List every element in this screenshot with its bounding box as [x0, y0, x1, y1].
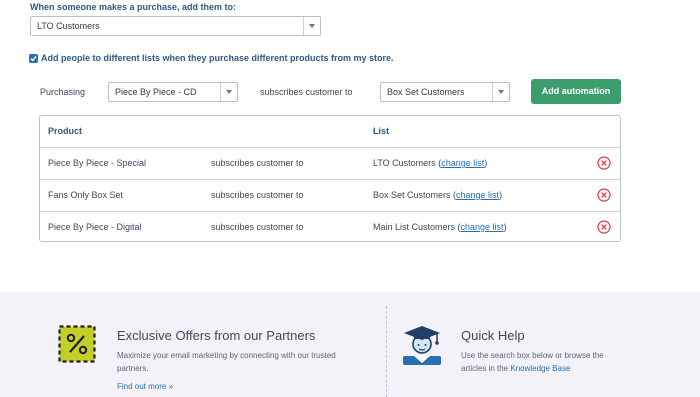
percent-tag-icon: [58, 325, 96, 363]
purchase-list-select[interactable]: LTO Customers: [30, 16, 321, 36]
quick-help-desc-prefix: articles in the: [461, 364, 511, 373]
subscribes-label: subscribes customer to: [260, 87, 353, 97]
quick-help-title: Quick Help: [461, 328, 525, 343]
chevron-down-icon: [492, 83, 509, 101]
automation-table: Product List Piece By Piece - Special su…: [39, 115, 621, 242]
row-subscribes-text: subscribes customer to: [211, 158, 304, 168]
quick-help-desc-line1: Use the search box below or browse the: [461, 351, 604, 360]
change-list-link[interactable]: change list: [441, 158, 484, 168]
quick-help-desc-line2: articles in the Knowledge Base: [461, 362, 604, 375]
change-list-link[interactable]: change list: [456, 190, 499, 200]
footer-divider: [386, 306, 387, 397]
row-list: LTO Customers (change list): [373, 158, 487, 168]
list-select[interactable]: Box Set Customers: [380, 82, 510, 102]
purchase-list-label: When someone makes a purchase, add them …: [30, 2, 237, 12]
row-subscribes-text: subscribes customer to: [211, 190, 304, 200]
row-paren-close: ): [484, 158, 488, 168]
offers-title: Exclusive Offers from our Partners: [117, 328, 316, 343]
product-select-value: Piece By Piece - CD: [115, 87, 197, 97]
table-row: Piece By Piece - Special subscribes cust…: [40, 147, 620, 179]
purchasing-label: Purchasing: [40, 87, 86, 97]
row-product: Piece By Piece - Digital: [48, 222, 142, 232]
row-subscribes-text: subscribes customer to: [211, 222, 304, 232]
row-list-name: LTO Customers: [373, 158, 436, 168]
table-row: Piece By Piece - Digital subscribes cust…: [40, 211, 620, 243]
chevron-down-icon: [220, 83, 237, 101]
row-product: Piece By Piece - Special: [48, 158, 147, 168]
offers-description: Maximize your email marketing by connect…: [117, 349, 336, 375]
different-lists-label: Add people to different lists when they …: [41, 53, 394, 63]
offers-desc-line2: partners.: [117, 364, 149, 373]
different-lists-checkbox[interactable]: [29, 54, 38, 63]
chevron-down-icon: [303, 17, 320, 35]
row-paren-close: ): [499, 190, 503, 200]
column-header-product: Product: [48, 126, 83, 136]
row-list: Main List Customers (change list): [373, 222, 507, 232]
row-list-name: Box Set Customers: [373, 190, 451, 200]
purchase-list-value: LTO Customers: [37, 21, 100, 31]
row-paren-close: ): [503, 222, 507, 232]
row-product: Fans Only Box Set: [48, 190, 124, 200]
delete-icon[interactable]: [597, 156, 611, 170]
row-list: Box Set Customers (change list): [373, 190, 502, 200]
find-out-more-link[interactable]: Find out more »: [117, 382, 173, 391]
graduate-icon: [403, 326, 441, 365]
knowledge-base-link[interactable]: Knowledge Base: [510, 364, 570, 373]
quick-help-description: Use the search box below or browse the a…: [461, 349, 604, 375]
column-header-list: List: [373, 126, 390, 136]
footer-panel: [0, 292, 700, 397]
table-row: Fans Only Box Set subscribes customer to…: [40, 179, 620, 211]
change-list-link[interactable]: change list: [461, 222, 504, 232]
delete-icon[interactable]: [597, 188, 611, 202]
row-list-name: Main List Customers: [373, 222, 456, 232]
offers-desc-line1: Maximize your email marketing by connect…: [117, 351, 336, 360]
product-select[interactable]: Piece By Piece - CD: [108, 82, 238, 102]
add-automation-button[interactable]: Add automation: [531, 79, 621, 104]
list-select-value: Box Set Customers: [387, 87, 465, 97]
delete-icon[interactable]: [597, 220, 611, 234]
checkmark-icon: [30, 55, 37, 62]
